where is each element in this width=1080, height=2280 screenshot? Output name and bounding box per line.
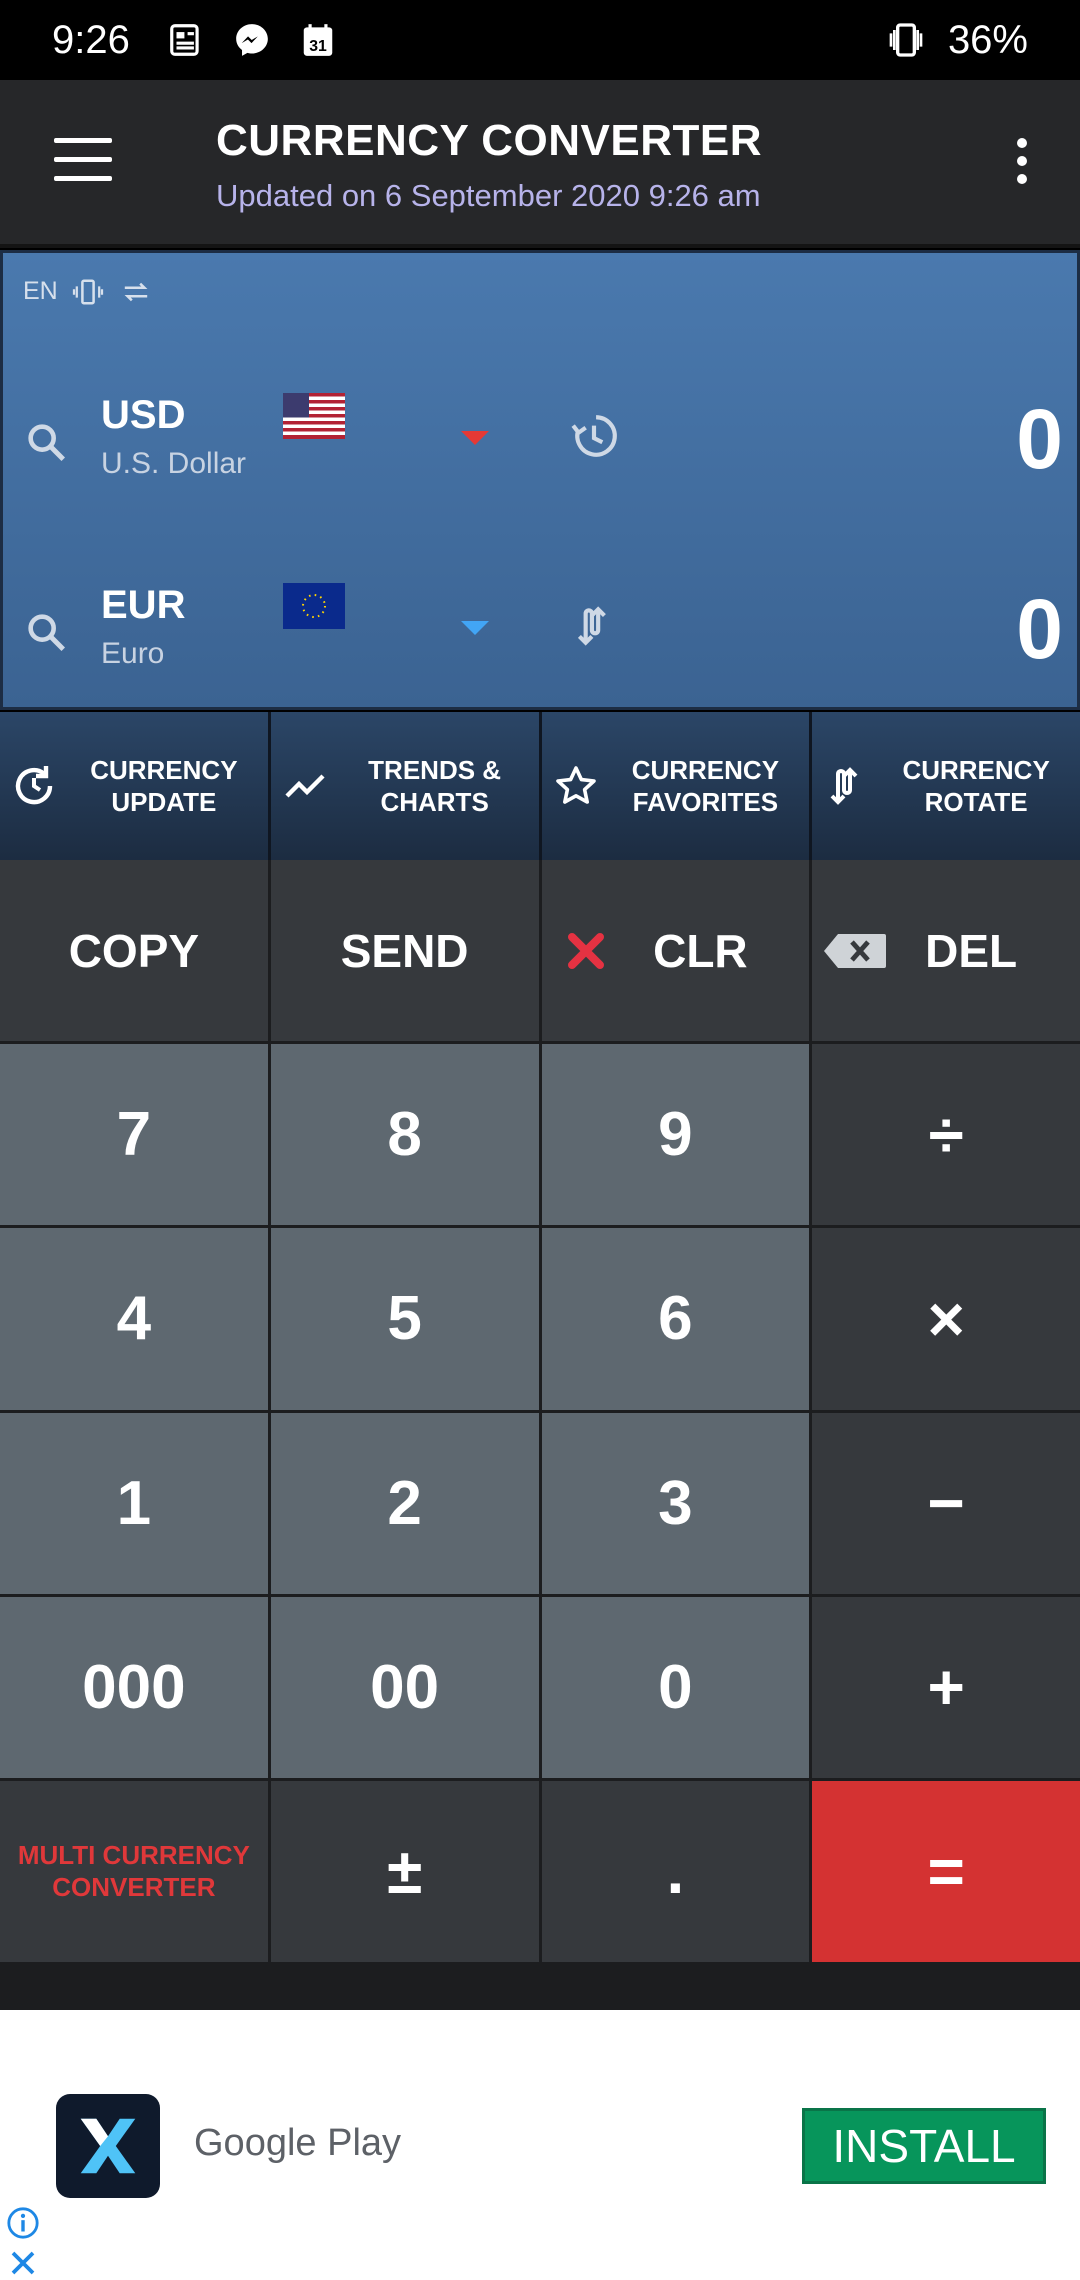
to-dropdown-icon[interactable] (461, 621, 489, 635)
page-title: CURRENCY CONVERTER (216, 116, 763, 165)
plus-button[interactable]: + (812, 1596, 1080, 1778)
to-currency-name: Euro (101, 637, 165, 670)
tool-label: CURRENCY (631, 755, 780, 785)
info-icon[interactable] (6, 2206, 40, 2240)
key-000[interactable]: 000 (0, 1596, 268, 1778)
currency-rotate-button[interactable]: CURRENCY ROTATE (812, 712, 1080, 860)
ad-banner[interactable]: Google Play INSTALL (0, 2010, 1080, 2280)
clear-button[interactable]: CLR (541, 860, 810, 1042)
equals-button[interactable]: = (812, 1780, 1080, 1962)
key-7[interactable]: 7 (0, 1044, 268, 1226)
key-00[interactable]: 00 (270, 1596, 539, 1778)
tool-label: CURRENCY (90, 755, 238, 785)
more-options-icon[interactable] (1014, 138, 1030, 188)
key-1[interactable]: 1 (0, 1412, 268, 1594)
multi-label: CONVERTER (52, 1872, 216, 1903)
status-bar: 9:26 31 36% (0, 0, 1080, 80)
multi-label: MULTI CURRENCY (17, 1840, 250, 1871)
eu-flag-icon (283, 583, 345, 629)
app-bar: CURRENCY CONVERTER Updated on 6 Septembe… (0, 80, 1080, 248)
messenger-icon (230, 18, 274, 62)
key-0[interactable]: 0 (541, 1596, 810, 1778)
rotate-icon (830, 767, 858, 805)
key-6[interactable]: 6 (541, 1228, 810, 1410)
currency-favorites-button[interactable]: CURRENCY FAVORITES (541, 712, 810, 860)
history-icon[interactable] (569, 411, 619, 461)
ad-brand: Google Play (194, 2122, 402, 2164)
svg-text:31: 31 (309, 38, 327, 55)
keypad-footer (0, 1962, 1080, 2010)
menu-icon[interactable] (54, 138, 112, 184)
rotate-icon[interactable] (569, 601, 619, 651)
vibrate-icon (884, 18, 928, 62)
tool-label: CHARTS (380, 787, 489, 817)
trends-charts-button[interactable]: TRENDS & CHARTS (270, 712, 539, 860)
plus-minus-button[interactable]: ± (270, 1780, 539, 1962)
multi-currency-converter-button[interactable]: MULTI CURRENCY CONVERTER (0, 1780, 268, 1962)
close-icon[interactable] (8, 2248, 38, 2278)
key-2[interactable]: 2 (270, 1412, 539, 1594)
us-flag-icon (283, 393, 345, 439)
to-currency-code[interactable]: EUR (101, 583, 185, 628)
from-currency-code[interactable]: USD (101, 393, 185, 438)
copy-button[interactable]: COPY (0, 860, 268, 1042)
action-toolbar: CURRENCY UPDATE TRENDS & CHARTS CURRENCY FA… (0, 712, 1080, 860)
star-icon (555, 766, 596, 804)
key-4[interactable]: 4 (0, 1228, 268, 1410)
from-amount[interactable]: 0 (1016, 391, 1063, 488)
backspace-icon (824, 933, 887, 968)
battery-percent: 36% (947, 17, 1028, 62)
tool-label: UPDATE (111, 787, 217, 817)
minus-button[interactable]: − (812, 1412, 1080, 1594)
from-currency-name: U.S. Dollar (101, 447, 247, 480)
trend-icon (285, 774, 325, 798)
key-5[interactable]: 5 (270, 1228, 539, 1410)
tool-label: CURRENCY (902, 755, 1050, 785)
tool-label: FAVORITES (632, 787, 779, 817)
keypad: COPY SEND CLR DEL 7 8 9 ÷ 4 5 6 × 1 2 3 … (0, 860, 1080, 1962)
news-icon (164, 18, 208, 62)
updated-subtitle: Updated on 6 September 2020 9:26 am (216, 178, 761, 213)
key-3[interactable]: 3 (541, 1412, 810, 1594)
search-icon[interactable] (23, 419, 69, 465)
key-9[interactable]: 9 (541, 1044, 810, 1226)
multiply-button[interactable]: × (812, 1228, 1080, 1410)
status-time: 9:26 (52, 17, 130, 62)
from-currency-row[interactable]: USD U.S. Dollar 0 (3, 371, 1080, 531)
to-amount: 0 (1016, 582, 1063, 676)
clear-label: CLR (653, 924, 748, 977)
decimal-button[interactable]: . (541, 1780, 810, 1962)
vibrate-icon[interactable] (70, 278, 106, 306)
send-button[interactable]: SEND (270, 860, 539, 1042)
from-dropdown-icon[interactable] (461, 431, 489, 445)
swap-icon[interactable] (118, 278, 154, 306)
delete-button[interactable]: DEL (812, 860, 1080, 1042)
ad-app-logo[interactable] (56, 2094, 160, 2198)
tool-label: ROTATE (924, 787, 1028, 817)
calendar-icon: 31 (296, 18, 340, 62)
install-button[interactable]: INSTALL (802, 2108, 1046, 2184)
key-8[interactable]: 8 (270, 1044, 539, 1226)
tool-label: TRENDS & (368, 755, 502, 785)
delete-label: DEL (925, 924, 1018, 977)
converter-status: EN (23, 277, 154, 306)
language-label[interactable]: EN (23, 277, 58, 306)
refresh-icon (15, 766, 53, 805)
converter-panel: EN USD U.S. Dollar 0 EUR Euro 0 (0, 250, 1080, 710)
divide-button[interactable]: ÷ (812, 1044, 1080, 1226)
search-icon[interactable] (23, 609, 69, 655)
currency-update-button[interactable]: CURRENCY UPDATE (0, 712, 268, 860)
close-icon (567, 932, 604, 969)
to-currency-row[interactable]: EUR Euro 0 (3, 561, 1080, 721)
